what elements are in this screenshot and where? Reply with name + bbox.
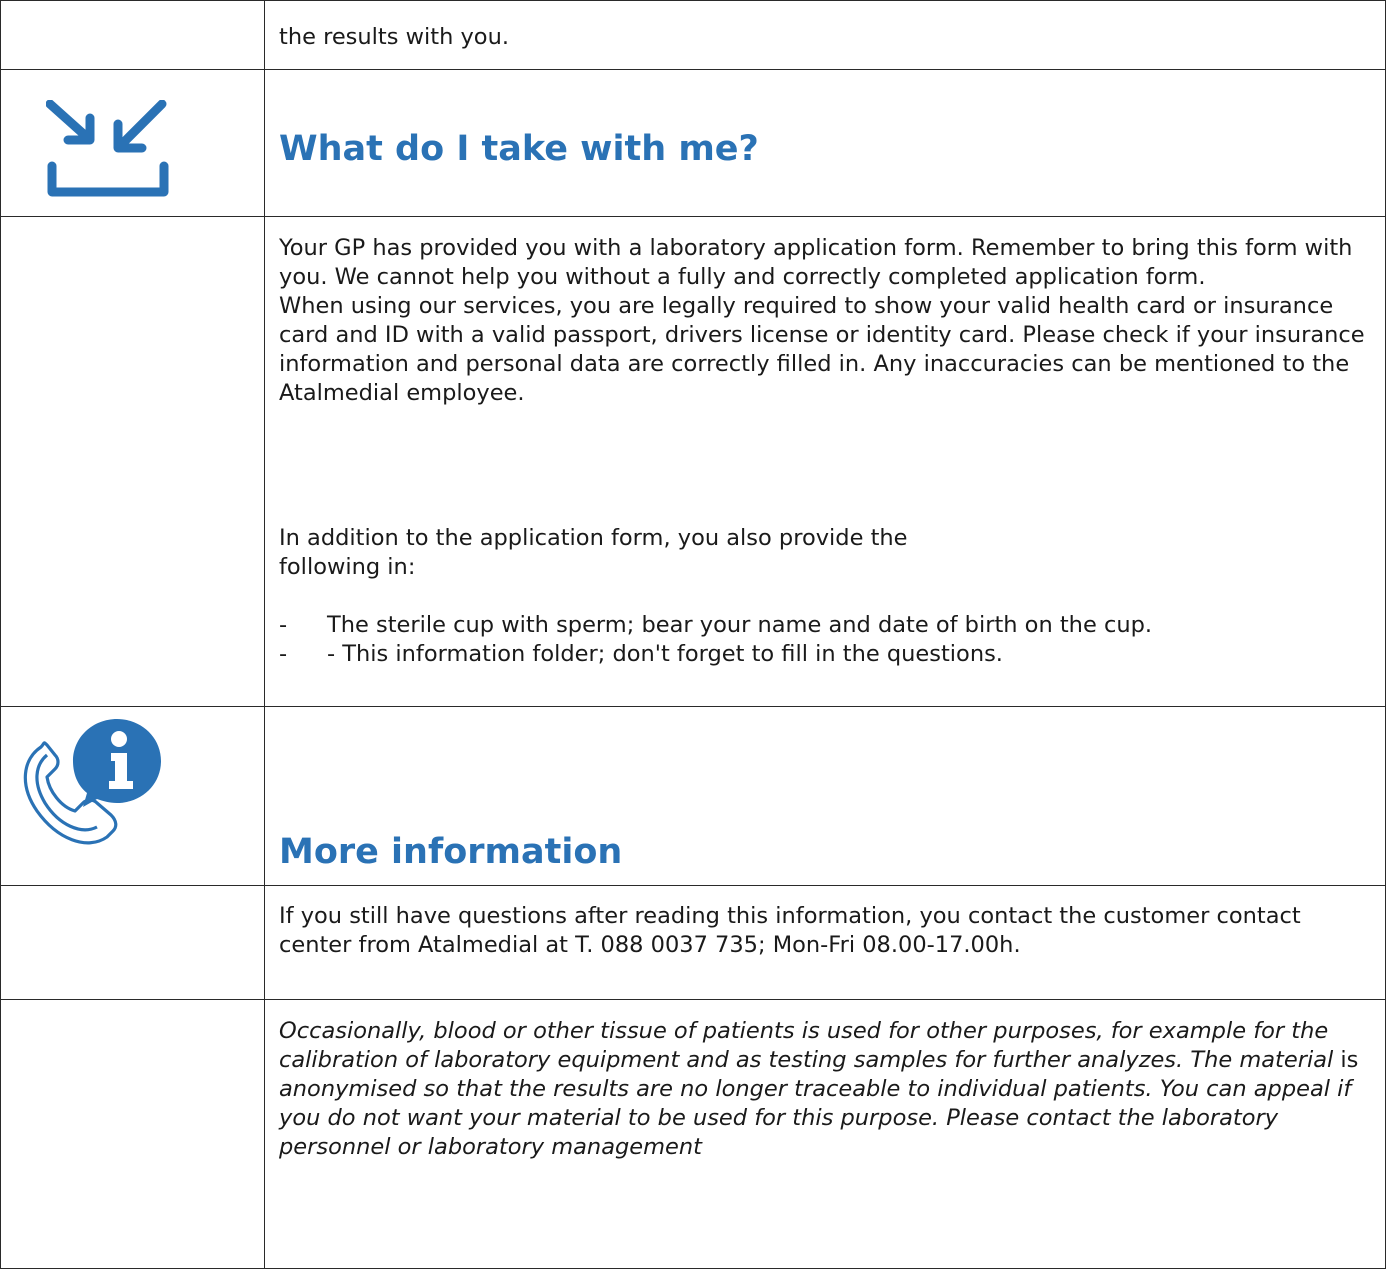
take-body: Your GP has provided you with a laborato… <box>265 217 1385 669</box>
download-tray-icon <box>46 100 169 197</box>
footnote-cell: Occasionally, blood or other tissue of p… <box>264 999 1386 1269</box>
info-heading-row: More information <box>0 706 1386 886</box>
footnote-text: Occasionally, blood or other tissue of p… <box>265 1000 1385 1162</box>
bullet-dash: - <box>279 641 288 667</box>
footnote-part-3: anonymised so that the results are no lo… <box>279 1076 1352 1160</box>
info-icon-cell <box>0 706 265 886</box>
info-heading-cell: More information <box>264 706 1386 886</box>
take-heading-cell: What do I take with me? <box>264 69 1386 217</box>
info-body-cell: If you still have questions after readin… <box>264 885 1386 1000</box>
take-paragraph-3-line-1: In addition to the application form, you… <box>279 525 908 551</box>
take-icon-cell <box>0 69 265 217</box>
bullet-text: The sterile cup with sperm; bear your na… <box>327 612 1153 638</box>
take-body-row: Your GP has provided you with a laborato… <box>0 216 1386 707</box>
results-text: the results with you. <box>279 24 509 50</box>
take-body-cell: Your GP has provided you with a laborato… <box>264 216 1386 707</box>
footnote-row: Occasionally, blood or other tissue of p… <box>0 999 1386 1269</box>
info-paragraph: If you still have questions after readin… <box>279 903 1301 958</box>
empty-left-cell <box>0 999 265 1269</box>
results-row: the results with you. <box>0 0 1386 70</box>
phone-info-icon <box>23 719 161 845</box>
info-body-row: If you still have questions after readin… <box>0 885 1386 1000</box>
info-heading: More information <box>279 832 623 872</box>
footnote-part-2: is <box>1340 1047 1359 1073</box>
bullet-dash: - <box>279 612 288 638</box>
bullet-item: - - This information folder; don't forge… <box>279 640 1371 669</box>
empty-left-cell <box>0 0 265 70</box>
bullet-item: - The sterile cup with sperm; bear your … <box>279 611 1371 640</box>
empty-left-cell <box>0 216 265 707</box>
footnote-part-1: Occasionally, blood or other tissue of p… <box>279 1018 1341 1073</box>
take-paragraph-1: Your GP has provided you with a laborato… <box>279 235 1353 290</box>
take-paragraph-3-line-2: following in: <box>279 554 416 580</box>
take-heading-row: What do I take with me? <box>0 69 1386 217</box>
document-table: the results with you. What do I take wit… <box>0 0 1386 1269</box>
bullet-text: - This information folder; don't forget … <box>327 641 1003 667</box>
take-paragraph-2: When using our services, you are legally… <box>279 293 1365 406</box>
take-heading: What do I take with me? <box>279 129 759 169</box>
results-text-cell: the results with you. <box>264 0 1386 70</box>
empty-left-cell <box>0 885 265 1000</box>
